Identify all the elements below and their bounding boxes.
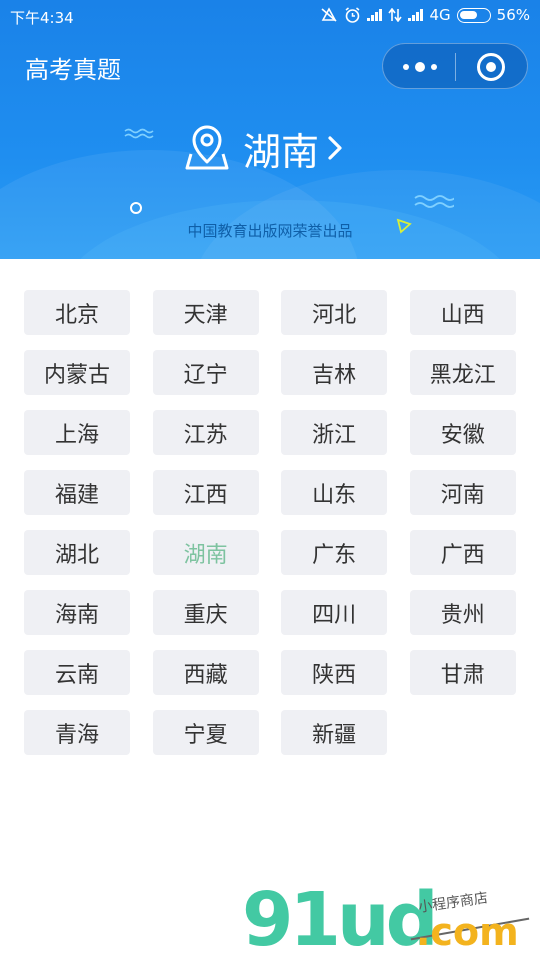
province-item[interactable]: 湖南 bbox=[152, 530, 259, 575]
network-type: 4G bbox=[429, 6, 451, 24]
signal-icon bbox=[408, 9, 424, 21]
status-time: 下午4:34 bbox=[10, 9, 74, 27]
header-banner: 下午4:34 4G 56% 高考真题 湖南 中国教育出版网荣誉出品 bbox=[0, 0, 540, 259]
miniprogram-capsule bbox=[382, 43, 528, 89]
province-item[interactable]: 广西 bbox=[409, 530, 516, 575]
province-item[interactable]: 山西 bbox=[409, 290, 516, 335]
province-selector[interactable]: 湖南 bbox=[185, 120, 345, 176]
wave-decoration-icon bbox=[124, 128, 154, 139]
watermark-logo: 91ud 小程序商店 .com bbox=[240, 880, 540, 960]
province-item[interactable]: 浙江 bbox=[281, 410, 388, 455]
province-item[interactable]: 河南 bbox=[409, 470, 516, 515]
province-item[interactable]: 吉林 bbox=[281, 350, 388, 395]
province-item[interactable]: 新疆 bbox=[281, 710, 388, 755]
province-item[interactable]: 黑龙江 bbox=[409, 350, 516, 395]
province-item[interactable]: 海南 bbox=[24, 590, 130, 635]
province-item[interactable]: 北京 bbox=[24, 290, 130, 335]
status-icons: 4G 56% bbox=[320, 6, 530, 24]
watermark-domain: .com bbox=[416, 910, 519, 954]
province-item[interactable]: 湖北 bbox=[24, 530, 130, 575]
province-item[interactable]: 上海 bbox=[24, 410, 130, 455]
close-miniprogram-icon[interactable] bbox=[477, 53, 505, 81]
province-item[interactable]: 福建 bbox=[24, 470, 130, 515]
province-item[interactable]: 宁夏 bbox=[152, 710, 259, 755]
signal-icon bbox=[367, 9, 383, 21]
province-item[interactable]: 重庆 bbox=[152, 590, 259, 635]
capsule-divider bbox=[455, 53, 456, 81]
province-item[interactable]: 山东 bbox=[281, 470, 388, 515]
battery-icon bbox=[456, 7, 491, 23]
province-item[interactable]: 江苏 bbox=[152, 410, 259, 455]
location-map-icon bbox=[185, 125, 229, 170]
publisher-note: 中国教育出版网荣誉出品 bbox=[187, 222, 353, 240]
circle-decoration bbox=[130, 202, 142, 214]
wave-decoration-icon bbox=[414, 195, 454, 208]
province-item[interactable]: 辽宁 bbox=[152, 350, 259, 395]
data-transfer-icon bbox=[388, 8, 403, 22]
province-item[interactable]: 四川 bbox=[281, 590, 388, 635]
alarm-icon bbox=[346, 6, 360, 23]
province-item[interactable]: 内蒙古 bbox=[24, 350, 130, 395]
watermark-logo-text: 91ud bbox=[242, 877, 439, 960]
province-item[interactable]: 青海 bbox=[24, 710, 130, 755]
mute-icon bbox=[321, 7, 338, 22]
province-item[interactable]: 河北 bbox=[281, 290, 388, 335]
province-item[interactable]: 广东 bbox=[281, 530, 388, 575]
province-item[interactable]: 西藏 bbox=[152, 650, 259, 695]
page-title: 高考真题 bbox=[25, 56, 121, 84]
status-bar: 下午4:34 4G 56% bbox=[0, 0, 540, 32]
selected-province: 湖南 bbox=[243, 129, 320, 174]
province-grid: 北京 天津 河北 山西内蒙古 辽宁 吉林 黑龙江上海 江苏 浙江 安徽福建 江西 山东 河南湖北 湖南 广东… bbox=[24, 290, 516, 755]
province-item[interactable]: 云南 bbox=[24, 650, 130, 695]
province-item[interactable]: 贵州 bbox=[409, 590, 516, 635]
province-item[interactable]: 江西 bbox=[152, 470, 259, 515]
province-item[interactable]: 安徽 bbox=[409, 410, 516, 455]
battery-level: 56% bbox=[496, 6, 530, 24]
province-item[interactable]: 甘肃 bbox=[409, 650, 516, 695]
province-item[interactable]: 天津 bbox=[152, 290, 259, 335]
more-icon[interactable] bbox=[403, 61, 437, 73]
province-item[interactable]: 陕西 bbox=[281, 650, 388, 695]
chevron-right-icon bbox=[328, 136, 342, 160]
